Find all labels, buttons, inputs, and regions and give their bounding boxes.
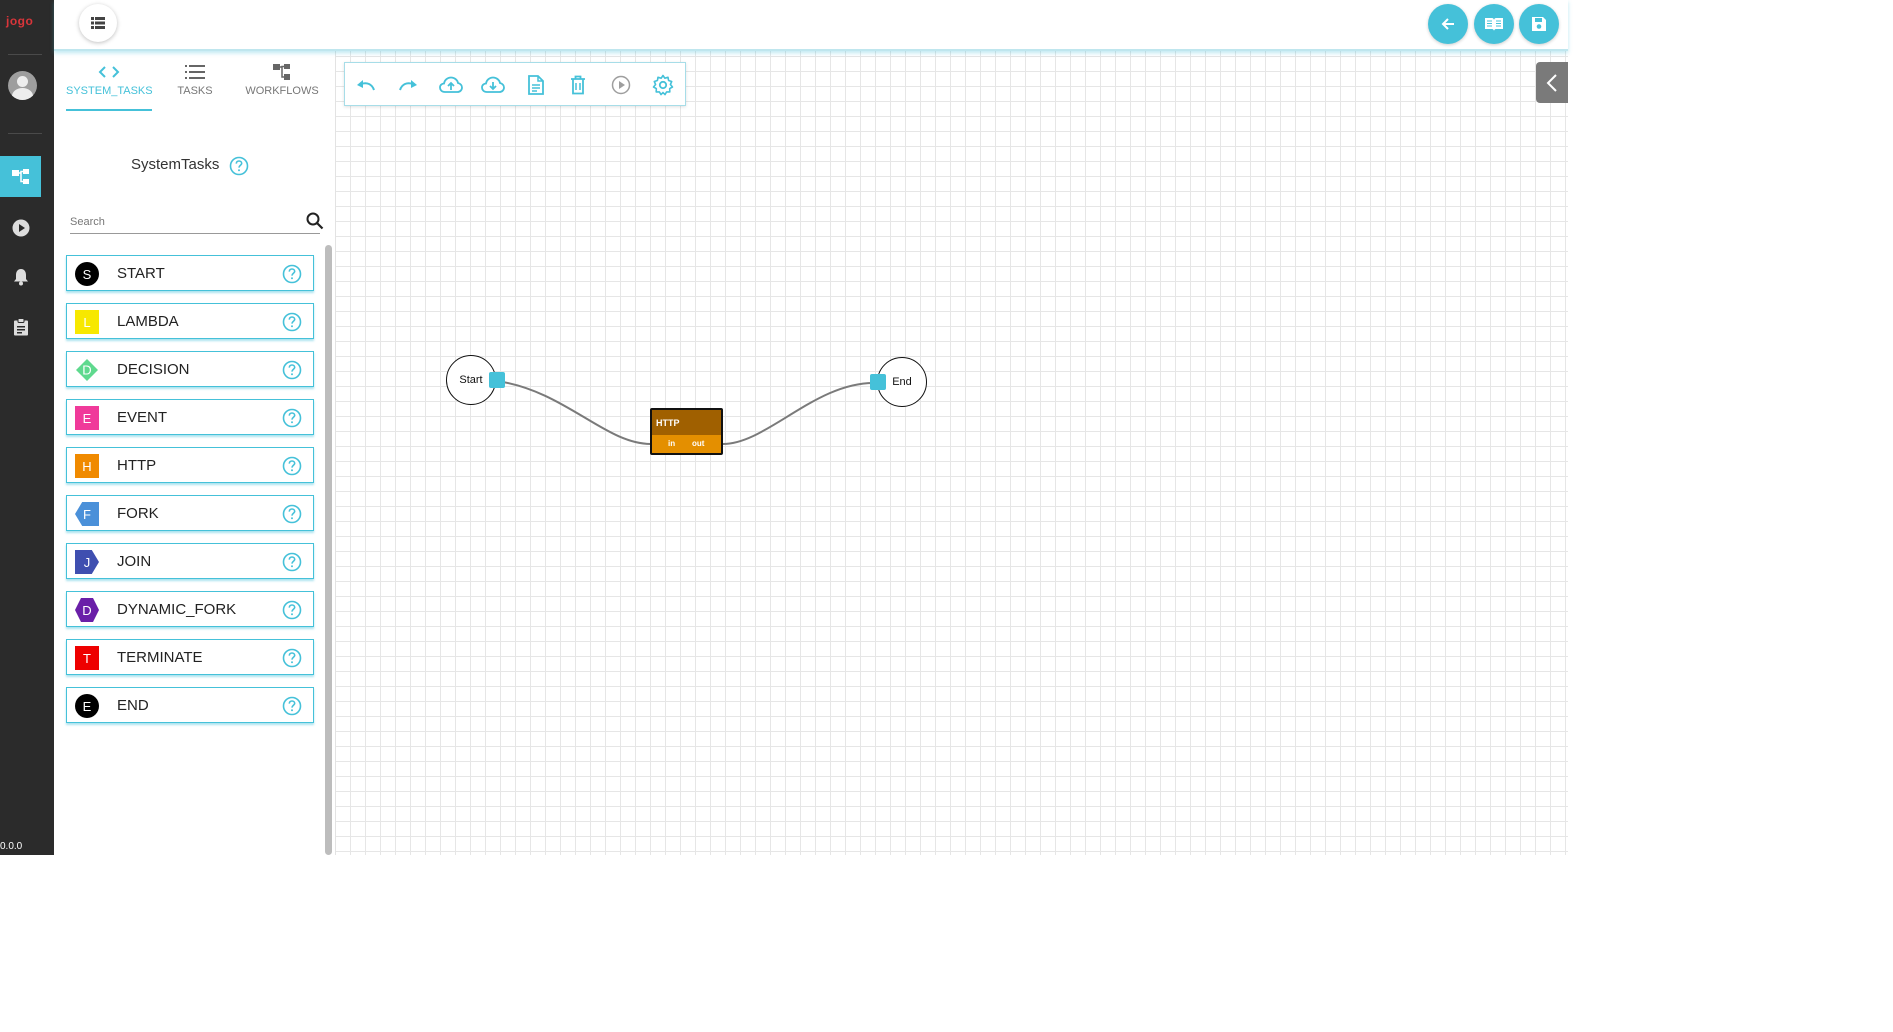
tasks-panel: SYSTEM_TASKS TASKS WORKFLOWS SystemTasks… [54, 51, 336, 855]
svg-text:D: D [82, 363, 91, 378]
menu-button[interactable] [79, 4, 117, 42]
help-icon[interactable] [282, 696, 302, 721]
tab-label: TASKS [177, 85, 213, 97]
bell-icon [13, 268, 28, 285]
task-badge: F [75, 502, 99, 526]
search-field [70, 211, 324, 234]
workflow-canvas[interactable]: Start End HTTP in out [336, 51, 1568, 855]
brand-logo: jogo [6, 14, 34, 28]
search-input[interactable] [70, 211, 290, 233]
http-node-ports: in out [652, 435, 721, 453]
edges-layer [496, 380, 877, 446]
tab-workflows[interactable]: WORKFLOWS [244, 59, 320, 111]
task-badge: L [75, 310, 99, 334]
start-out-port[interactable] [489, 372, 505, 388]
task-item-decision[interactable]: D DECISION [66, 351, 314, 387]
help-icon[interactable] [282, 360, 302, 385]
task-item-end[interactable]: E END [66, 687, 314, 723]
rail-divider [8, 54, 42, 55]
clipboard-icon [13, 317, 28, 335]
task-item-start[interactable]: S START [66, 255, 314, 291]
tab-system-tasks[interactable]: SYSTEM_TASKS [66, 59, 153, 111]
task-label: DECISION [117, 361, 190, 378]
panel-title: SystemTasks [131, 156, 220, 173]
rail-divider [8, 133, 42, 134]
task-item-terminate[interactable]: T TERMINATE [66, 639, 314, 675]
help-icon[interactable] [282, 456, 302, 481]
task-label: EVENT [117, 409, 168, 426]
arrow-left-icon [1441, 18, 1454, 30]
nav-tasks[interactable] [0, 306, 41, 347]
docs-button[interactable] [1474, 4, 1514, 44]
task-badge: S [75, 262, 99, 286]
list-icon [185, 65, 205, 79]
end-in-port[interactable] [870, 374, 886, 390]
nav-workflow-designer[interactable] [0, 156, 41, 197]
nav-executions[interactable] [0, 207, 41, 248]
task-label: FORK [117, 505, 159, 522]
task-label: JOIN [117, 553, 152, 570]
nav-notifications[interactable] [0, 256, 41, 297]
edge-http-end [721, 381, 877, 446]
task-label: LAMBDA [117, 313, 179, 330]
tab-label: WORKFLOWS [245, 85, 319, 97]
task-label: TERMINATE [117, 649, 203, 666]
task-label: DYNAMIC_FORK [117, 601, 237, 618]
edge-start-http [496, 380, 653, 446]
task-badge: H [75, 454, 99, 478]
http-node[interactable]: HTTP in out [650, 408, 723, 455]
left-rail: jogo 0.0.0 [0, 0, 54, 855]
task-badge: T [75, 646, 99, 670]
end-node-label: End [892, 376, 912, 388]
workflow-icon [273, 64, 290, 80]
help-icon[interactable] [282, 600, 302, 625]
code-icon [98, 66, 120, 78]
help-icon[interactable] [229, 156, 249, 181]
http-node-label: HTTP [656, 418, 680, 428]
task-label: HTTP [117, 457, 157, 474]
task-item-join[interactable]: J JOIN [66, 543, 314, 579]
help-icon[interactable] [282, 264, 302, 289]
avatar[interactable] [8, 71, 37, 100]
task-item-lambda[interactable]: L LAMBDA [66, 303, 314, 339]
search-icon[interactable] [306, 212, 324, 235]
play-circle-icon [12, 219, 29, 236]
back-button[interactable] [1428, 4, 1468, 44]
task-badge: D [75, 358, 99, 382]
help-icon[interactable] [282, 504, 302, 529]
save-button[interactable] [1519, 4, 1559, 44]
http-in-port[interactable]: in [668, 439, 675, 448]
tab-label: SYSTEM_TASKS [66, 85, 153, 97]
book-icon [1485, 18, 1503, 31]
task-item-dynamic-fork[interactable]: D DYNAMIC_FORK [66, 591, 314, 627]
help-icon[interactable] [282, 312, 302, 337]
workflow-icon [11, 168, 29, 184]
task-item-http[interactable]: H HTTP [66, 447, 314, 483]
help-icon[interactable] [282, 552, 302, 577]
task-label: END [117, 697, 149, 714]
list-icon [91, 17, 105, 29]
save-icon [1532, 17, 1546, 31]
task-badge: E [75, 694, 99, 718]
panel-scrollbar[interactable] [325, 245, 332, 855]
task-badge: E [75, 406, 99, 430]
help-icon[interactable] [282, 648, 302, 673]
task-label: START [117, 265, 165, 282]
task-badge: J [75, 550, 99, 574]
task-item-fork[interactable]: F FORK [66, 495, 314, 531]
top-bar [54, 0, 1568, 51]
task-badge: D [75, 598, 99, 622]
version-label: 0.0.0 [0, 841, 23, 852]
tab-tasks[interactable]: TASKS [164, 59, 226, 111]
http-out-port[interactable]: out [692, 439, 704, 448]
help-icon[interactable] [282, 408, 302, 433]
start-node-label: Start [459, 374, 483, 386]
task-item-event[interactable]: E EVENT [66, 399, 314, 435]
app-root: jogo 0.0.0 SYSTEM_TASKS TASKS WORKFLOWS … [0, 0, 1568, 855]
